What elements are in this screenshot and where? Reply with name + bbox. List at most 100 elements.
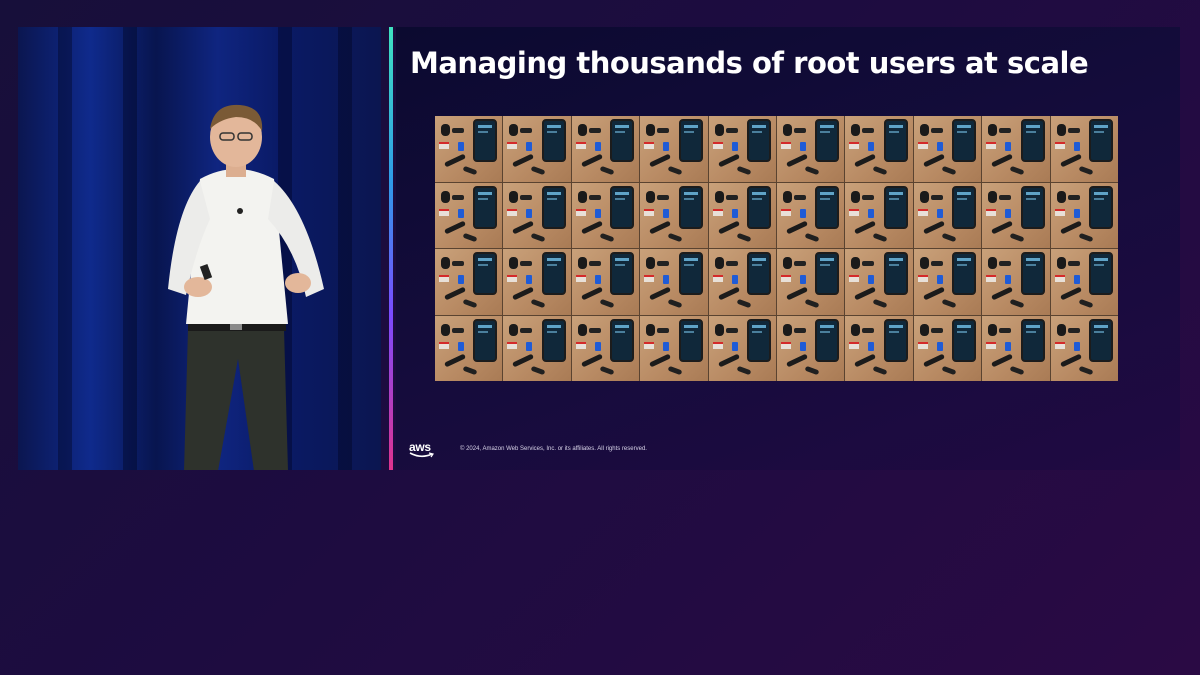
device-image — [1078, 298, 1094, 309]
device-image — [922, 353, 945, 367]
device-image — [783, 124, 792, 136]
device-image — [917, 208, 928, 216]
device-image — [930, 128, 943, 133]
aws-logo: aws — [409, 440, 435, 460]
device-image — [999, 327, 1012, 333]
device-image — [649, 286, 672, 301]
device-image — [941, 298, 957, 309]
device-image — [599, 165, 615, 176]
device-image — [588, 194, 601, 200]
device-image — [644, 275, 655, 282]
device-image — [717, 286, 740, 301]
device-image — [862, 261, 875, 266]
phone-image — [1089, 318, 1113, 362]
device-image — [657, 128, 670, 133]
device-image — [599, 232, 615, 242]
device-image — [588, 128, 601, 133]
device-image — [1054, 341, 1065, 349]
device-image — [781, 208, 791, 216]
device-image — [1073, 341, 1080, 351]
device-image — [580, 153, 603, 168]
device-image — [577, 190, 587, 203]
device-image — [599, 365, 615, 375]
device-image — [1054, 208, 1065, 216]
device-image — [1056, 190, 1066, 203]
device-image — [794, 327, 806, 333]
device-image — [439, 208, 449, 216]
security-keys-photo-tile — [571, 182, 640, 248]
security-keys-photo-tile — [845, 182, 913, 248]
device-image — [851, 323, 861, 336]
security-keys-photo-tile — [913, 315, 982, 381]
device-image — [1073, 208, 1080, 218]
device-image — [1078, 232, 1094, 242]
device-image — [868, 275, 875, 284]
device-image — [922, 286, 945, 301]
device-image — [575, 142, 586, 149]
phone-image — [815, 119, 840, 162]
device-image — [919, 323, 929, 336]
device-image — [872, 165, 888, 176]
device-image — [736, 165, 752, 176]
device-image — [872, 298, 888, 309]
device-image — [1054, 142, 1065, 149]
device-image — [575, 208, 586, 216]
device-image — [530, 365, 546, 375]
device-image — [919, 257, 929, 269]
device-image — [868, 208, 875, 218]
phone-image — [541, 185, 566, 229]
device-image — [452, 194, 464, 200]
device-image — [462, 232, 478, 242]
device-image — [936, 275, 943, 284]
phone-image — [678, 185, 703, 229]
device-image — [712, 275, 723, 282]
device-image — [441, 190, 450, 203]
device-image — [854, 220, 877, 234]
device-image — [588, 327, 601, 333]
phone-image — [747, 318, 771, 362]
device-image — [667, 365, 683, 375]
device-image — [851, 124, 861, 136]
phone-image — [952, 252, 977, 295]
device-image — [580, 286, 603, 301]
phone-image — [473, 119, 498, 162]
security-keys-photo-tile — [708, 249, 776, 315]
phone-image — [883, 318, 908, 362]
device-image — [991, 353, 1014, 367]
device-image — [714, 323, 724, 336]
phone-image — [1020, 119, 1045, 162]
device-image — [919, 190, 929, 203]
security-keys-photo-tile — [845, 315, 913, 381]
device-image — [520, 194, 533, 200]
device-image — [1059, 153, 1082, 168]
phone-image — [1020, 318, 1045, 362]
device-image — [1067, 327, 1080, 333]
device-image — [851, 257, 861, 269]
device-image — [646, 124, 656, 136]
device-image — [731, 341, 738, 351]
device-image — [941, 165, 957, 176]
device-image — [712, 208, 723, 216]
device-image — [441, 323, 450, 336]
device-image — [1059, 220, 1082, 234]
device-image — [854, 153, 877, 168]
device-image — [991, 220, 1014, 234]
device-image — [667, 232, 683, 242]
device-image — [999, 194, 1012, 200]
security-keys-photo-tile — [708, 182, 776, 248]
device-image — [919, 124, 929, 136]
device-image — [725, 327, 738, 333]
device-image — [804, 232, 820, 242]
device-image — [714, 190, 724, 203]
device-image — [917, 142, 928, 149]
security-keys-photo-tile — [571, 249, 640, 315]
device-image — [785, 286, 809, 301]
device-image — [644, 208, 655, 216]
phone-image — [883, 185, 908, 229]
device-image — [736, 365, 752, 375]
gradient-divider — [389, 27, 393, 470]
device-image — [509, 323, 519, 336]
phone-image — [883, 119, 908, 162]
security-keys-photo-tile — [913, 249, 982, 315]
device-image — [580, 353, 603, 367]
